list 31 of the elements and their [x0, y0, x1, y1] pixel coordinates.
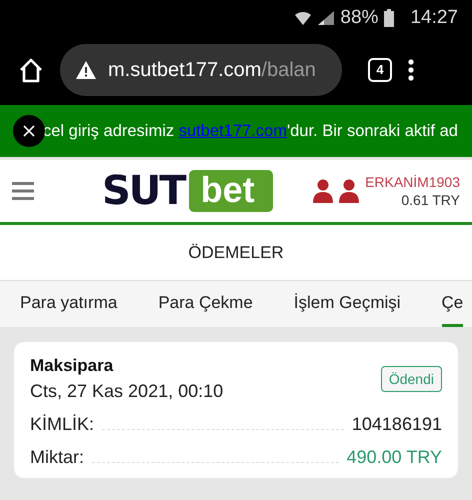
tab[interactable]: Para Çekme	[158, 281, 253, 327]
field-value: 490.00 TRY	[346, 447, 442, 468]
logo-wordmark: SUT	[102, 168, 185, 214]
clock: 14:27	[410, 6, 458, 28]
field-label: KİMLİK:	[30, 414, 94, 435]
tab-count-button[interactable]: 4	[368, 58, 392, 82]
wifi-icon	[294, 10, 312, 26]
warning-icon	[76, 61, 96, 79]
username[interactable]: ERKANİM1903	[365, 173, 460, 191]
announcement-text: cel giriş adresimiz sutbet177.com'dur. Bir sonraki aktif ad	[43, 122, 458, 140]
tab[interactable]: Para yatırma	[20, 281, 118, 327]
close-button[interactable]	[13, 115, 45, 147]
status-badge: Ödendi	[380, 366, 442, 392]
tab[interactable]: İşlem Geçmişi	[294, 281, 401, 327]
users-icon[interactable]	[313, 179, 360, 203]
logo-badge: bet	[188, 170, 273, 212]
more-icon[interactable]	[408, 59, 414, 81]
payment-method: Maksipara	[30, 356, 114, 376]
page-title: ÖDEMELER	[188, 242, 284, 262]
signal-icon	[318, 10, 334, 24]
field-label: Miktar:	[30, 447, 84, 468]
balance: 0.61 TRY	[401, 191, 460, 209]
field-value: 104186191	[352, 414, 442, 435]
close-icon	[23, 125, 35, 137]
battery-icon	[384, 8, 394, 26]
payment-date: Cts, 27 Kas 2021, 00:10	[30, 381, 224, 402]
address-bar[interactable]: m.sutbet177.com/balan	[60, 44, 342, 96]
home-icon[interactable]	[18, 57, 44, 83]
menu-icon[interactable]	[12, 182, 34, 200]
battery-percent: 88%	[340, 6, 378, 28]
tab[interactable]: Çe	[442, 281, 464, 327]
